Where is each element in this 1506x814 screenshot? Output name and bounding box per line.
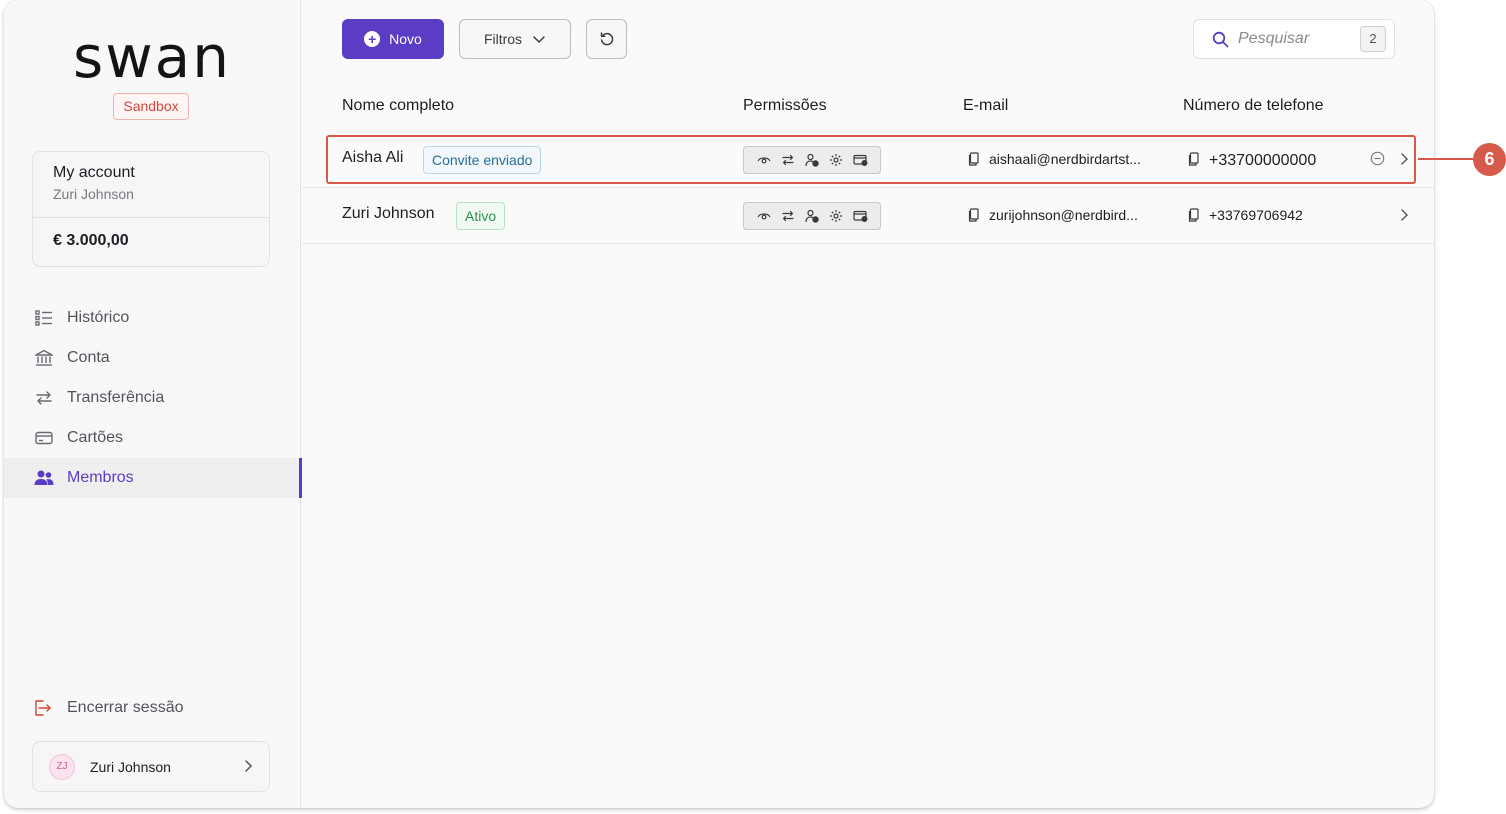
- app-window: swan Sandbox My account Zuri Johnson € 3…: [4, 0, 1434, 808]
- sidebar-item-cartoes[interactable]: Cartões: [4, 418, 301, 458]
- cards-permission-icon: [852, 153, 868, 168]
- copy-phone-icon[interactable]: [1188, 208, 1200, 222]
- column-header-email: E-mail: [963, 97, 1009, 114]
- card-icon: [34, 428, 54, 448]
- chevron-down-icon: [532, 32, 546, 46]
- bank-icon: [34, 348, 54, 368]
- sandbox-badge: Sandbox: [113, 93, 189, 120]
- status-badge: Ativo: [456, 202, 506, 230]
- chevron-right-icon: [241, 759, 255, 778]
- transfer-arrows-icon: [34, 388, 54, 408]
- column-header-phone: Número de telefone: [1183, 97, 1324, 114]
- manage-members-permission-icon: [805, 153, 820, 168]
- column-header-name: Nome completo: [342, 97, 455, 114]
- avatar: ZJ: [49, 753, 75, 780]
- sidebar-item-conta[interactable]: Conta: [4, 338, 301, 378]
- cancel-invite-icon[interactable]: [1370, 151, 1385, 166]
- sidebar: swan Sandbox My account Zuri Johnson € 3…: [4, 0, 302, 808]
- transfer-permission-icon: [781, 209, 796, 224]
- copy-email-icon[interactable]: [968, 152, 980, 166]
- cards-permission-icon: [852, 209, 868, 224]
- copy-email-icon[interactable]: [968, 208, 980, 222]
- status-badge: Convite enviado: [423, 146, 542, 174]
- plus-icon: +: [364, 31, 381, 47]
- member-email: aishaali@nerdbirdartst...: [989, 151, 1141, 167]
- transfer-permission-icon: [781, 153, 796, 168]
- members-page: + Novo Filtros 2 N: [302, 0, 1434, 808]
- swan-logo[interactable]: swan: [62, 26, 242, 88]
- sidebar-nav: Histórico Conta Transferência Cartões Me…: [4, 298, 302, 498]
- member-phone: +33769706942: [1209, 207, 1303, 223]
- search-icon: [1212, 31, 1229, 48]
- refresh-button[interactable]: [586, 19, 627, 59]
- sidebar-item-membros[interactable]: Membros: [4, 458, 302, 498]
- sidebar-item-label: Membros: [67, 469, 134, 486]
- member-name: Zuri Johnson: [342, 205, 435, 222]
- sidebar-item-label: Conta: [67, 349, 110, 366]
- permissions-group: [743, 202, 881, 230]
- sidebar-item-label: Transferência: [67, 389, 165, 406]
- view-permission-icon: [757, 153, 772, 168]
- account-owner: Zuri Johnson: [53, 186, 134, 202]
- callout-number: 6: [1473, 143, 1506, 176]
- refresh-icon: [599, 31, 615, 47]
- list-icon: [34, 308, 54, 328]
- sidebar-item-label: Histórico: [67, 309, 130, 326]
- callout-line: [1418, 158, 1474, 160]
- member-name: Aisha Ali: [342, 149, 404, 166]
- user-name: Zuri Johnson: [90, 758, 171, 775]
- account-card[interactable]: My account Zuri Johnson € 3.000,00: [32, 151, 270, 267]
- copy-phone-icon[interactable]: [1188, 152, 1200, 166]
- column-header-permissions: Permissões: [743, 97, 827, 114]
- filters-button[interactable]: Filtros: [459, 19, 571, 59]
- settings-permission-icon: [829, 209, 844, 224]
- account-balance: € 3.000,00: [53, 232, 129, 249]
- search-box: 2: [1193, 19, 1395, 59]
- member-phone: +33700000000: [1209, 152, 1317, 169]
- logout-button[interactable]: Encerrar sessão: [34, 698, 184, 718]
- users-icon: [34, 468, 54, 488]
- search-input[interactable]: [1238, 30, 1348, 48]
- permissions-group: [743, 146, 881, 174]
- sidebar-item-label: Cartões: [67, 429, 124, 446]
- chevron-right-icon[interactable]: [1398, 152, 1410, 166]
- view-permission-icon: [757, 209, 772, 224]
- manage-members-permission-icon: [805, 209, 820, 224]
- chevron-right-icon[interactable]: [1398, 208, 1410, 222]
- table-row[interactable]: Zuri Johnson Ativo zurijohnson@nerdbird.…: [302, 188, 1434, 244]
- member-email: zurijohnson@nerdbird...: [989, 207, 1138, 223]
- new-member-label: Novo: [389, 31, 422, 47]
- settings-permission-icon: [829, 153, 844, 168]
- user-profile-button[interactable]: ZJ Zuri Johnson: [32, 741, 270, 792]
- logout-label: Encerrar sessão: [67, 699, 184, 716]
- account-card-header: My account Zuri Johnson: [33, 152, 269, 218]
- sidebar-item-historico[interactable]: Histórico: [4, 298, 301, 338]
- search-shortcut-badge: 2: [1360, 26, 1386, 52]
- account-title: My account: [53, 164, 135, 181]
- table-row[interactable]: Aisha Ali Convite enviado aishaali@nerdb…: [302, 132, 1434, 188]
- new-member-button[interactable]: + Novo: [342, 19, 444, 59]
- filters-label: Filtros: [483, 31, 523, 47]
- sidebar-item-transferencia[interactable]: Transferência: [4, 378, 301, 418]
- logout-icon: [34, 698, 54, 718]
